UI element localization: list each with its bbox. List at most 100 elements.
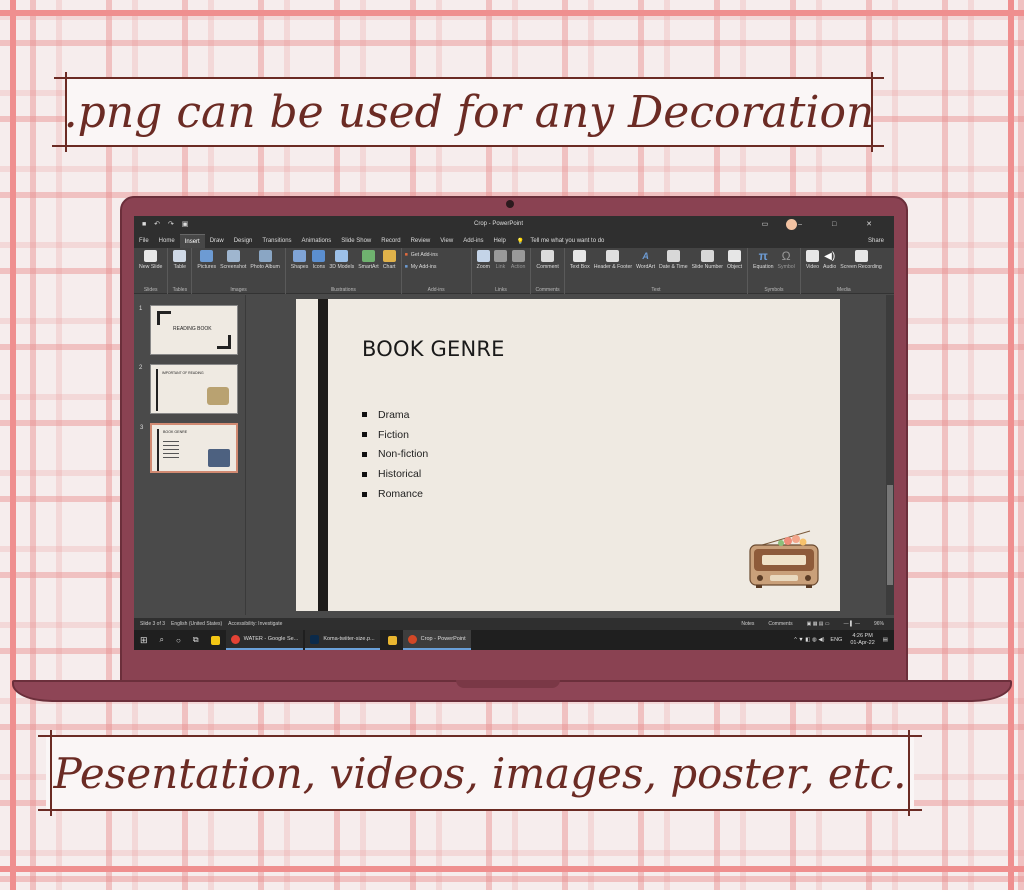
border-bottom <box>0 866 1024 872</box>
system-tray: ^ ▼ ◧ ◍ ◀) ENG 4:26 PM 01-Apr-22 ▤ <box>794 630 888 650</box>
powerpoint-icon <box>407 634 417 644</box>
wordart-icon: A <box>642 251 649 261</box>
slide-accent-bar <box>318 299 328 611</box>
tab-draw[interactable]: Draw <box>205 234 229 248</box>
sticky-notes-icon[interactable] <box>205 630 226 650</box>
zoom-level[interactable]: 96% <box>874 621 884 627</box>
group-slides: New Slide Slides <box>134 248 169 294</box>
accessibility-indicator[interactable]: Accessibility: Investigate <box>228 621 282 627</box>
books-image <box>208 449 230 467</box>
corner-frame-bottom-right <box>217 335 231 349</box>
pi-icon: π <box>758 249 768 263</box>
smartart-icon <box>361 250 375 262</box>
new-slide-icon <box>144 250 158 262</box>
tab-home[interactable]: Home <box>154 234 180 248</box>
comments-button[interactable]: Comments <box>768 621 792 627</box>
bottom-banner: Pesentation, videos, images, poster, etc… <box>38 730 922 816</box>
tab-slide-show[interactable]: Slide Show <box>336 234 376 248</box>
quick-access-toolbar[interactable]: ■ ↶ ↷ ▣ <box>142 220 191 228</box>
shapes-icon <box>293 250 307 262</box>
add-ins-icon: ■ <box>404 264 408 270</box>
taskbar-app-powerpoint[interactable]: Crop - PowerPoint <box>402 630 471 650</box>
video-icon <box>805 250 819 262</box>
share-button[interactable]: Share <box>868 238 884 244</box>
book-stack-image <box>207 387 229 405</box>
slide-thumbnails-pane: 1 READING BOOK 2 IMPORTANT OF READING 3 … <box>134 295 246 615</box>
link-icon <box>493 250 507 262</box>
omega-icon: Ω <box>781 249 791 263</box>
notes-button[interactable]: Notes <box>741 621 754 627</box>
pictures-icon <box>200 250 214 262</box>
slide-thumbnail-3[interactable]: 3 BOOK GENRE <box>140 423 238 473</box>
chart-icon <box>382 250 396 262</box>
tab-insert[interactable]: Insert <box>179 234 205 248</box>
tab-record[interactable]: Record <box>376 234 405 248</box>
webcam <box>506 200 514 208</box>
vintage-radio-image[interactable] <box>748 529 820 589</box>
comment-icon <box>541 250 555 262</box>
file-explorer-icon[interactable] <box>382 630 403 650</box>
group-images: Pictures Screenshot Photo Album Images <box>192 248 286 294</box>
language-tray[interactable]: ENG <box>830 637 842 643</box>
zoom-slider[interactable]: — ▌ — <box>844 621 860 627</box>
tray-icons[interactable]: ^ ▼ ◧ ◍ ◀) <box>794 637 824 643</box>
ribbon: New Slide Slides Table Tables Pictures S… <box>134 248 894 294</box>
taskbar-app-photoshop[interactable]: Koma-twiiter-size.p... <box>305 630 380 650</box>
screenshot-icon <box>226 250 240 262</box>
store-icon: ■ <box>404 252 408 258</box>
list-item: Drama <box>362 405 428 425</box>
top-banner-text: .png can be used for any Decoration <box>63 86 875 138</box>
taskbar-app-chrome[interactable]: WATER - Google Se... <box>225 630 304 650</box>
tell-me-search[interactable]: Tell me what you want to do <box>530 238 604 244</box>
tab-view[interactable]: View <box>435 234 458 248</box>
taskbar: ⊞ ⌕ ○ ⧉ WATER - Google Se... Koma-twiite… <box>134 630 894 650</box>
icons-icon <box>312 250 326 262</box>
bullet-list[interactable]: Drama Fiction Non-fiction Historical Rom… <box>362 405 428 504</box>
list-item: Historical <box>362 464 428 484</box>
tab-review[interactable]: Review <box>406 234 436 248</box>
task-view-icon[interactable]: ⧉ <box>187 630 205 650</box>
windows-start-icon[interactable]: ⊞ <box>134 630 154 650</box>
ribbon-tabs: File Home Insert Draw Design Transitions… <box>134 234 894 248</box>
title-bar: ■ ↶ ↷ ▣ Crop - PowerPoint ▭ – □ ✕ <box>134 216 894 234</box>
vertical-scrollbar[interactable] <box>886 295 894 615</box>
tab-animations[interactable]: Animations <box>297 234 337 248</box>
slide-canvas[interactable]: BOOK GENRE Drama Fiction Non-fiction His… <box>296 299 840 611</box>
slide-thumbnail-2[interactable]: 2 IMPORTANT OF READING <box>139 364 238 414</box>
photo-album-icon <box>258 250 272 262</box>
tab-transitions[interactable]: Transitions <box>257 234 296 248</box>
laptop-notch <box>456 680 560 688</box>
group-media: Video ◀) Audio Screen Recording Media <box>805 250 882 293</box>
search-icon[interactable]: ⌕ <box>154 630 170 650</box>
slide-counter: Slide 3 of 3 <box>140 621 166 627</box>
cortana-icon[interactable]: ○ <box>170 630 187 650</box>
lightbulb-icon: 💡 <box>516 238 525 245</box>
list-item: Romance <box>362 484 428 504</box>
slide-title[interactable]: BOOK GENRE <box>362 337 505 361</box>
list-item: Fiction <box>362 425 428 445</box>
language-indicator[interactable]: English (United States) <box>171 621 222 627</box>
slide-thumbnail-1[interactable]: 1 READING BOOK <box>139 305 238 355</box>
window-controls[interactable]: ▭ – □ ✕ <box>762 220 886 228</box>
zoom-icon <box>476 250 490 262</box>
tab-file[interactable]: File <box>134 234 154 248</box>
thumb-accent-bar <box>157 429 159 471</box>
group-symbols: π Equation Ω Symbol Symbols <box>748 248 801 294</box>
group-add-ins: ■ Get Add-ins ■ My Add-ins Add-ins <box>402 248 472 294</box>
group-tables: Table Tables <box>168 248 193 294</box>
table-icon <box>173 250 187 262</box>
screen-recording-icon <box>854 250 868 262</box>
view-buttons[interactable]: ▣ ▦ ▤ ▭ <box>807 621 830 627</box>
tab-add-ins[interactable]: Add-ins <box>458 234 488 248</box>
list-item: Non-fiction <box>362 445 428 465</box>
object-icon <box>728 250 742 262</box>
speaker-icon: ◀) <box>824 250 836 262</box>
notifications-icon[interactable]: ▤ <box>883 637 888 643</box>
thumb-accent-bar <box>156 369 158 411</box>
tab-help[interactable]: Help <box>489 234 511 248</box>
clock[interactable]: 4:26 PM 01-Apr-22 <box>850 633 874 647</box>
tab-design[interactable]: Design <box>229 234 258 248</box>
my-add-ins-button[interactable]: ■ My Add-ins <box>405 264 468 270</box>
get-add-ins-button[interactable]: ■ Get Add-ins <box>405 252 468 258</box>
chrome-icon <box>230 634 240 644</box>
